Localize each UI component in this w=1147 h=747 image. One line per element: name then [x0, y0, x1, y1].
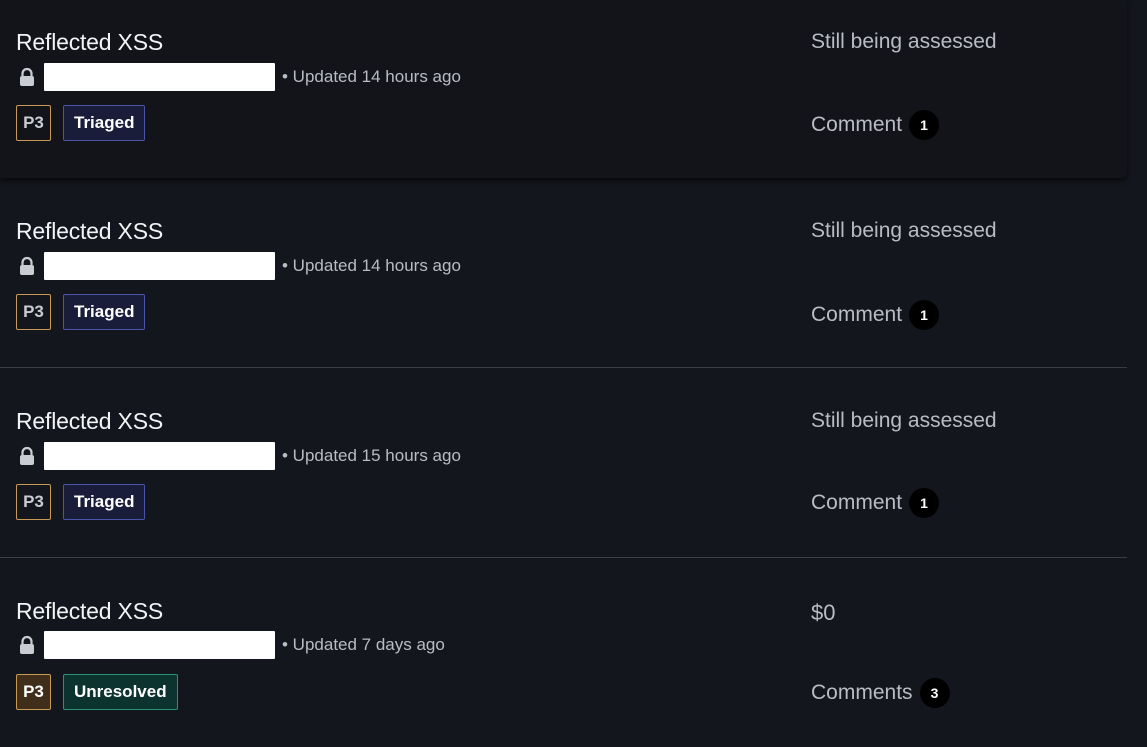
lock-icon [20, 635, 34, 654]
report-title[interactable]: Reflected XSS [16, 218, 163, 245]
lock-icon [20, 256, 34, 275]
priority-badge: P3 [16, 105, 51, 141]
bounty-status: Still being assessed [811, 219, 997, 242]
report-meta: • Updated 14 hours ago [18, 63, 461, 91]
updated-timestamp: • Updated 15 hours ago [282, 446, 461, 465]
lock-icon [20, 446, 34, 465]
comments-label: Comments [811, 681, 913, 704]
priority-badge: P3 [16, 484, 51, 520]
report-meta: • Updated 14 hours ago [18, 252, 461, 280]
report-list: Reflected XSS • Updated 14 hours ago P3 … [0, 0, 1147, 747]
comments-count-badge: 1 [909, 300, 940, 330]
bounty-status: Still being assessed [811, 30, 997, 53]
status-badge: Triaged [63, 105, 146, 141]
report-badges: P3 Triaged [16, 484, 146, 520]
report-meta: • Updated 15 hours ago [18, 442, 461, 470]
comments-link[interactable]: Comments 3 [811, 678, 950, 708]
comments-count-badge: 1 [909, 110, 940, 140]
report-meta: • Updated 7 days ago [18, 631, 445, 659]
report-item[interactable]: Reflected XSS • Updated 7 days ago P3 Un… [0, 558, 1127, 747]
report-title[interactable]: Reflected XSS [16, 598, 163, 625]
comments-link[interactable]: Comment 1 [811, 488, 940, 518]
redacted-program-name [44, 63, 275, 91]
report-item[interactable]: Reflected XSS • Updated 14 hours ago P3 … [0, 0, 1127, 178]
priority-badge: P3 [16, 294, 51, 330]
comments-link[interactable]: Comment 1 [811, 110, 940, 140]
bounty-amount: $0 [811, 600, 836, 625]
redacted-program-name [44, 631, 275, 659]
status-badge: Triaged [63, 294, 146, 330]
lock-icon [20, 67, 34, 86]
bounty-status: Still being assessed [811, 409, 997, 432]
comments-count-badge: 3 [919, 678, 950, 708]
report-title[interactable]: Reflected XSS [16, 408, 163, 435]
status-badge: Triaged [63, 484, 146, 520]
report-title[interactable]: Reflected XSS [16, 29, 163, 56]
report-badges: P3 Triaged [16, 294, 146, 330]
comments-count-badge: 1 [909, 488, 940, 518]
priority-badge: P3 [16, 674, 51, 710]
comments-link[interactable]: Comment 1 [811, 300, 940, 330]
report-badges: P3 Triaged [16, 105, 146, 141]
updated-timestamp: • Updated 7 days ago [282, 635, 445, 654]
report-item[interactable]: Reflected XSS • Updated 15 hours ago P3 … [0, 368, 1127, 558]
redacted-program-name [44, 252, 275, 280]
redacted-program-name [44, 442, 275, 470]
updated-timestamp: • Updated 14 hours ago [282, 256, 461, 275]
report-badges: P3 Unresolved [16, 674, 178, 710]
comments-label: Comment [811, 491, 903, 514]
comments-label: Comment [811, 303, 903, 326]
report-item[interactable]: Reflected XSS • Updated 14 hours ago P3 … [0, 178, 1127, 368]
status-badge: Unresolved [63, 674, 178, 710]
comments-label: Comment [811, 113, 903, 136]
updated-timestamp: • Updated 14 hours ago [282, 67, 461, 86]
